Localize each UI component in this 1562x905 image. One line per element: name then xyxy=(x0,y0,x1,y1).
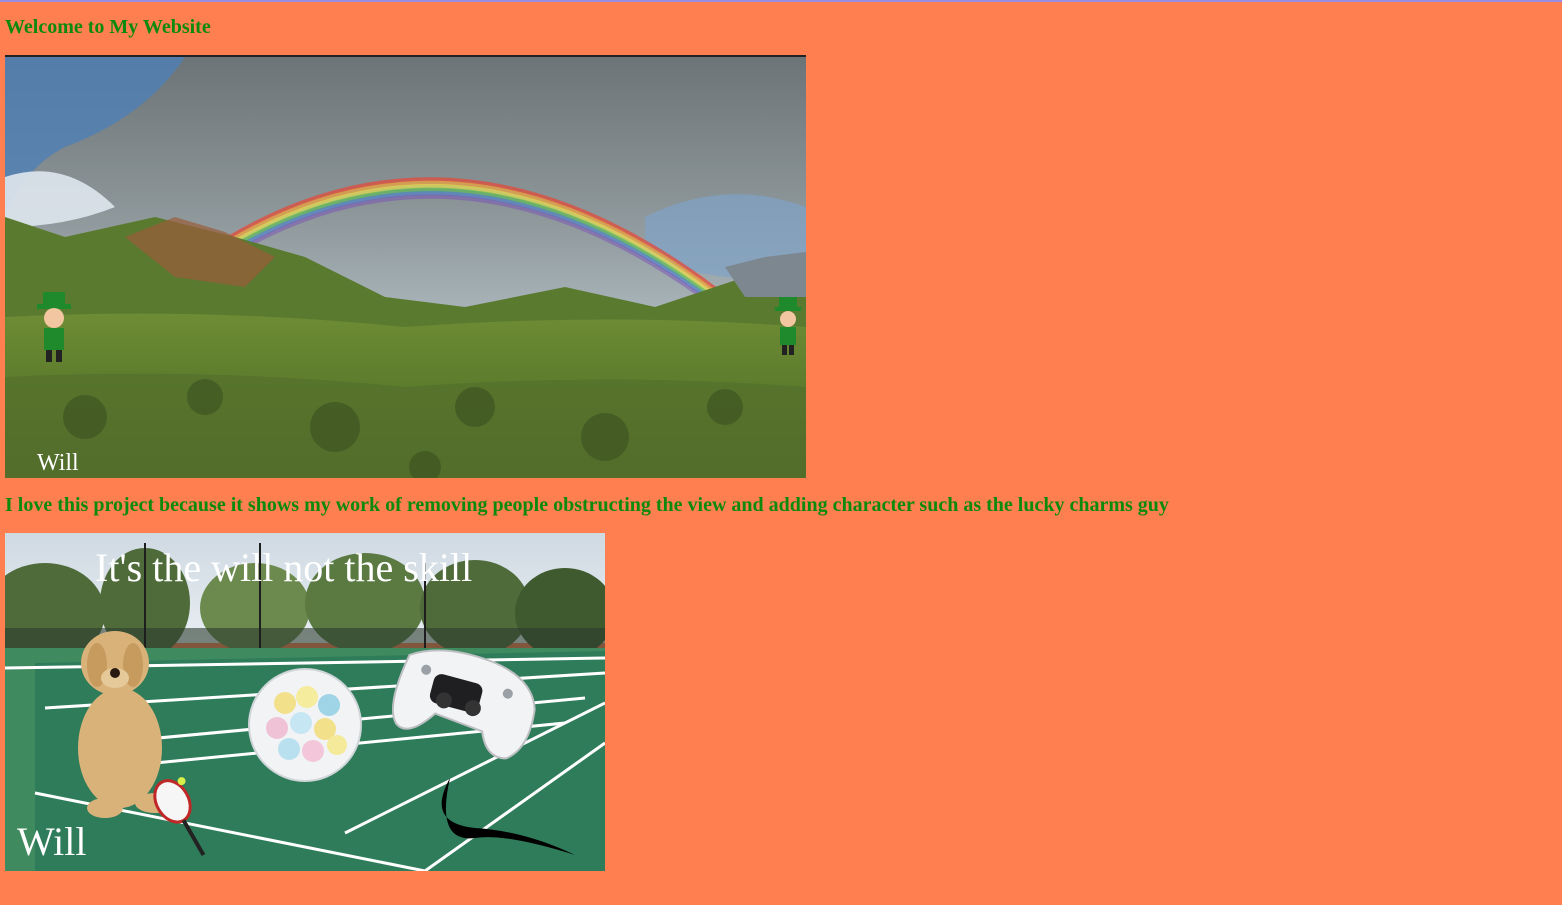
tennis-collage-image: It's the will not the skill Will xyxy=(5,533,605,871)
page-title: Welcome to My Website xyxy=(5,16,211,38)
project-caption: I love this project because it shows my … xyxy=(5,494,1169,516)
photo2-watermark: Will xyxy=(17,819,87,864)
photo1-watermark: Will xyxy=(37,450,79,476)
rainbow-landscape-image: Will xyxy=(5,55,806,478)
photo2-headline: It's the will not the skill xyxy=(95,545,472,590)
